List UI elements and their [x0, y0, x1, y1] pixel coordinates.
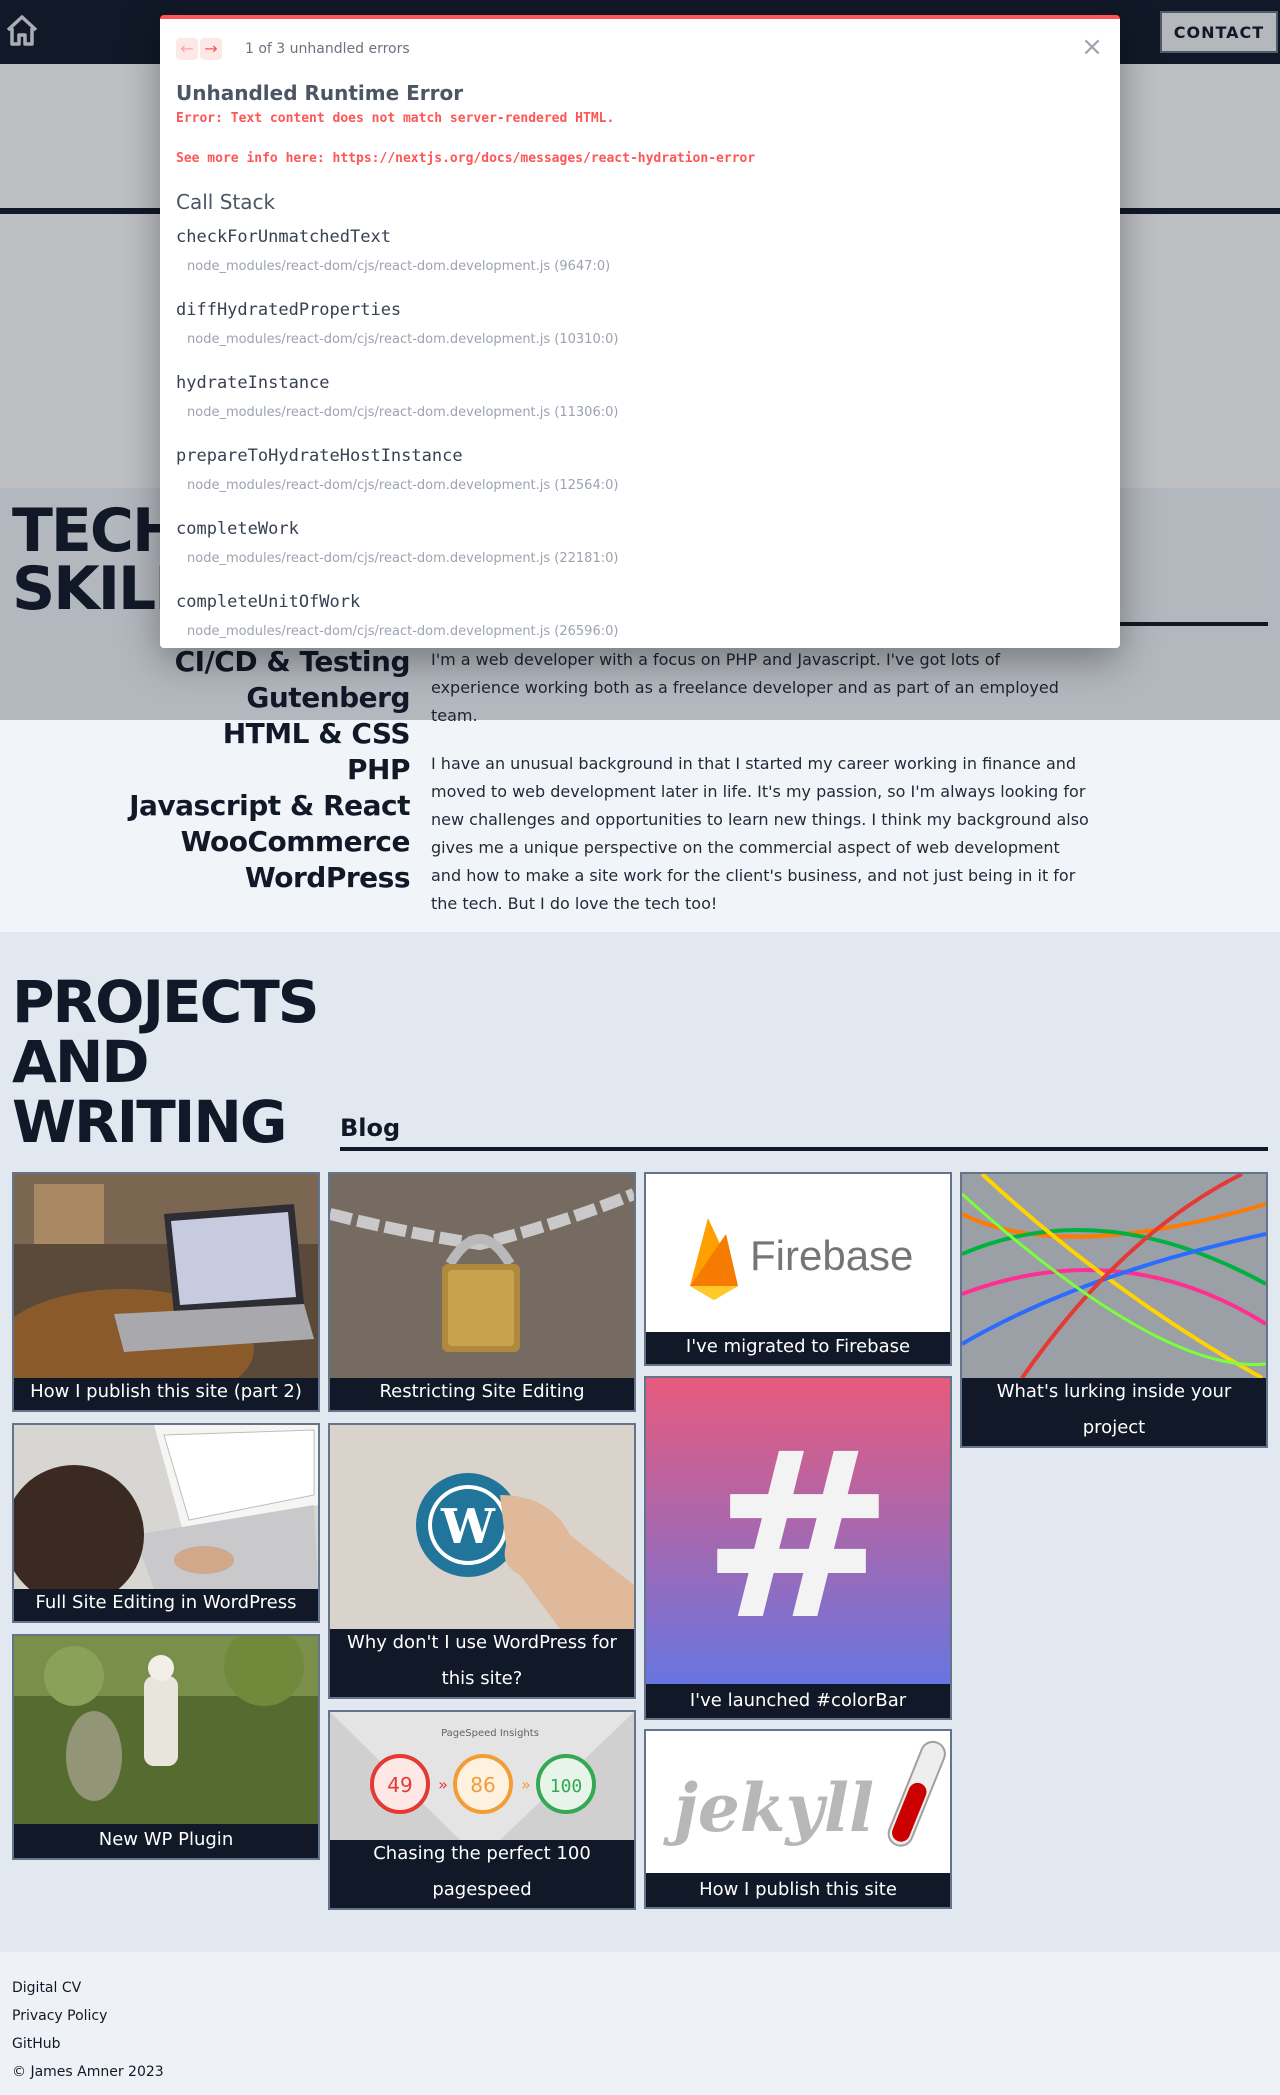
- stack-frame[interactable]: completeUnitOfWork node_modules/react-do…: [176, 592, 618, 639]
- card-title: New WP Plugin: [98, 1829, 234, 1850]
- svg-text:»: »: [521, 1775, 531, 1794]
- blog-card[interactable]: Full Site Editing in WordPress: [12, 1423, 320, 1623]
- runtime-error-dialog: ← → 1 of 3 unhandled errors × Unhandled …: [160, 15, 1120, 648]
- card-title: I've launched #colorBar: [689, 1690, 907, 1711]
- error-info-link[interactable]: See more info here: https://nextjs.org/d…: [176, 151, 755, 166]
- laptop-photo-icon: [14, 1174, 318, 1378]
- blog-card[interactable]: What's lurking inside your project: [960, 1172, 1268, 1448]
- skill-item: HTML & CSS: [222, 717, 411, 750]
- blog-card[interactable]: Restricting Site Editing: [328, 1172, 636, 1412]
- blog-divider: [340, 1147, 1268, 1151]
- frame-file: node_modules/react-dom/cjs/react-dom.dev…: [187, 478, 619, 493]
- blog-card[interactable]: jekyll How I publish this site: [644, 1729, 952, 1909]
- frame-file: node_modules/react-dom/cjs/react-dom.dev…: [187, 259, 611, 274]
- frame-file: node_modules/react-dom/cjs/react-dom.dev…: [187, 405, 619, 420]
- footer-link-privacy-policy[interactable]: Privacy Policy: [12, 2008, 107, 2024]
- score-49: 49: [387, 1773, 412, 1797]
- hash-glyph: #: [702, 1404, 895, 1671]
- stack-frame[interactable]: diffHydratedProperties node_modules/reac…: [176, 300, 618, 347]
- blog-card[interactable]: PageSpeed Insights 49 » 86 » 100 Chasing…: [328, 1710, 636, 1910]
- typing-photo-icon: [14, 1425, 318, 1589]
- frame-function: checkForUnmatchedText: [176, 227, 391, 247]
- card-title: I've migrated to Firebase: [685, 1336, 911, 1357]
- patch-cables-photo-icon: [962, 1174, 1266, 1378]
- blog-card[interactable]: Firebase I've migrated to Firebase: [644, 1172, 952, 1366]
- site-footer: Digital CV Privacy Policy GitHub © James…: [0, 1952, 1280, 2095]
- skill-item: WooCommerce: [180, 825, 411, 858]
- frame-file: node_modules/react-dom/cjs/react-dom.dev…: [187, 551, 619, 566]
- frame-function: completeWork: [176, 519, 299, 539]
- card-title: Chasing the perfect 100 pagespeed: [373, 1843, 591, 1900]
- blog-heading: Blog: [340, 1114, 401, 1142]
- next-error-button[interactable]: →: [200, 38, 222, 60]
- butterfly-net-photo-icon: [14, 1636, 318, 1824]
- footer-link-github[interactable]: GitHub: [12, 2036, 61, 2052]
- blog-card[interactable]: # I've launched #colorBar: [644, 1376, 952, 1720]
- jekyll-logo-icon: jekyll: [646, 1731, 950, 1873]
- pagespeed-scores-icon: PageSpeed Insights 49 » 86 » 100: [330, 1712, 634, 1840]
- blog-card[interactable]: How I publish this site (part 2): [12, 1172, 320, 1412]
- score-86: 86: [470, 1773, 495, 1797]
- card-title: Full Site Editing in WordPress: [35, 1592, 297, 1613]
- blog-card[interactable]: New WP Plugin: [12, 1634, 320, 1860]
- score-100: 100: [550, 1776, 583, 1797]
- svg-text:»: »: [438, 1775, 448, 1794]
- frame-function: completeUnitOfWork: [176, 592, 361, 612]
- frame-file: node_modules/react-dom/cjs/react-dom.dev…: [187, 332, 619, 347]
- hash-gradient-icon: #: [646, 1378, 950, 1684]
- frame-function: diffHydratedProperties: [176, 300, 402, 320]
- firebase-logo-icon: Firebase: [646, 1174, 950, 1332]
- card-title: Why don't I use WordPress for this site?: [347, 1632, 617, 1689]
- stack-frame[interactable]: prepareToHydrateHostInstance node_module…: [176, 446, 618, 493]
- about-paragraph: I have an unusual background in that I s…: [431, 754, 1089, 913]
- frame-file: node_modules/react-dom/cjs/react-dom.dev…: [187, 624, 619, 639]
- error-count: 1 of 3 unhandled errors: [245, 41, 410, 57]
- card-title: Restricting Site Editing: [379, 1381, 585, 1402]
- card-title: How I publish this site (part 2): [30, 1381, 302, 1402]
- footer-link-digital-cv[interactable]: Digital CV: [12, 1980, 81, 1996]
- svg-text:W: W: [440, 1499, 496, 1555]
- stack-frame[interactable]: completeWork node_modules/react-dom/cjs/…: [176, 519, 618, 566]
- frame-function: prepareToHydrateHostInstance: [176, 446, 463, 466]
- firebase-logo-text: Firebase: [750, 1232, 913, 1279]
- skill-item: WordPress: [244, 861, 411, 894]
- skill-item: PHP: [347, 753, 410, 786]
- previous-error-button[interactable]: ←: [176, 38, 198, 60]
- wordpress-logo-photo-icon: W: [330, 1425, 634, 1629]
- padlock-photo-icon: [330, 1174, 634, 1378]
- pagespeed-label: PageSpeed Insights: [441, 1728, 539, 1739]
- card-title: What's lurking inside your project: [996, 1381, 1232, 1438]
- copyright: © James Amner 2023: [12, 2064, 164, 2080]
- projects-heading: PROJECTS AND WRITING: [12, 968, 320, 1156]
- card-title: How I publish this site: [699, 1879, 897, 1900]
- stack-frame[interactable]: hydrateInstance node_modules/react-dom/c…: [176, 373, 618, 420]
- skill-item: Javascript & React: [129, 789, 410, 822]
- error-title: Unhandled Runtime Error: [176, 81, 464, 105]
- frame-function: hydrateInstance: [176, 373, 330, 393]
- close-icon[interactable]: ×: [1080, 34, 1104, 60]
- blog-card[interactable]: W Why don't I use WordPress for this sit…: [328, 1423, 636, 1699]
- jekyll-logo-text: jekyll: [663, 1769, 874, 1847]
- stack-frame[interactable]: checkForUnmatchedText node_modules/react…: [176, 227, 610, 274]
- error-message: Error: Text content does not match serve…: [176, 111, 615, 126]
- call-stack-heading: Call Stack: [176, 190, 276, 214]
